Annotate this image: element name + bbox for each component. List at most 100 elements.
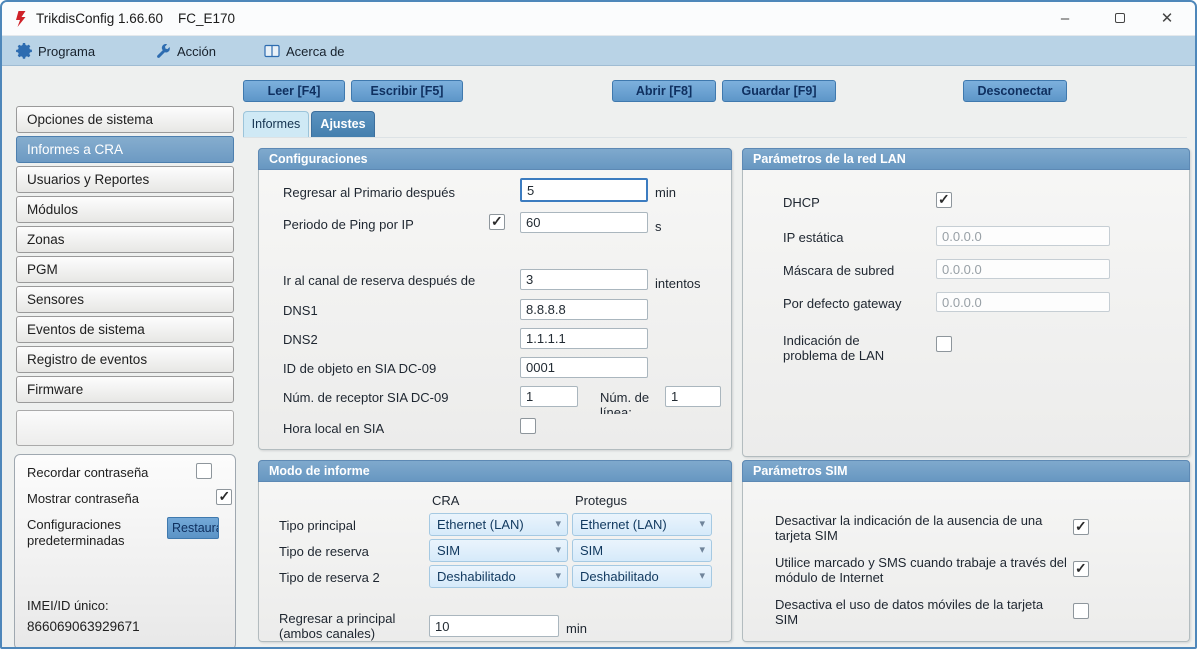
- tipo-reserva2-protegus-select[interactable]: Deshabilitado: [572, 565, 712, 588]
- sidebar-empty-box: [16, 410, 234, 446]
- menu-programa-label: Programa: [38, 43, 96, 59]
- menu-acerca-de[interactable]: Acerca de: [264, 36, 345, 66]
- menu-acerca-de-label: Acerca de: [286, 43, 345, 59]
- maximize-icon: [1115, 13, 1125, 23]
- subnet-mask-label: Máscara de subred: [783, 263, 895, 278]
- ping-period-input[interactable]: [520, 212, 648, 233]
- menu-accion[interactable]: Acción: [156, 36, 216, 66]
- sidebar-item-opciones-de-sistema[interactable]: Opciones de sistema: [16, 106, 234, 133]
- backup-channel-label: Ir al canal de reserva después de: [283, 273, 476, 288]
- tipo-reserva-cra-select[interactable]: SIM: [429, 539, 568, 562]
- ping-period-unit: s: [655, 219, 662, 234]
- device-name: FC_E170: [178, 11, 236, 26]
- group-lan: Parámetros de la red LAN DHCP IP estátic…: [742, 148, 1190, 457]
- gear-icon: [16, 43, 32, 59]
- tipo-reserva2-cra-select[interactable]: Deshabilitado: [429, 565, 568, 588]
- remember-password-label: Recordar contraseña: [27, 465, 149, 480]
- open-button[interactable]: Abrir [F8]: [612, 80, 716, 102]
- show-password-label: Mostrar contraseña: [27, 491, 139, 506]
- group-sim-title: Parámetros SIM: [742, 460, 1190, 482]
- sim-mobile-data-checkbox[interactable]: [1073, 603, 1089, 619]
- trikdis-logo-icon: [16, 11, 26, 27]
- password-panel: Recordar contraseña Mostrar contraseña C…: [14, 454, 236, 647]
- imei-label: IMEI/ID único:: [27, 598, 109, 613]
- group-configuraciones: Configuraciones Regresar al Primario des…: [258, 148, 732, 450]
- ping-period-checkbox[interactable]: [489, 213, 505, 230]
- sidebar-item-pgm[interactable]: PGM: [16, 256, 234, 283]
- group-parametros-sim: Parámetros SIM Desactivar la indicación …: [742, 460, 1190, 642]
- receiver-number-input[interactable]: [520, 386, 578, 407]
- sidebar-item-usuarios-y-reportes[interactable]: Usuarios y Reportes: [16, 166, 234, 193]
- object-id-input[interactable]: [520, 357, 648, 378]
- sidebar-item-zonas[interactable]: Zonas: [16, 226, 234, 253]
- dns1-label: DNS1: [283, 303, 318, 318]
- local-time-checkbox[interactable]: [520, 418, 536, 434]
- sidebar-item-informes-a-cra[interactable]: Informes a CRA: [16, 136, 234, 163]
- dns2-label: DNS2: [283, 332, 318, 347]
- remember-password-checkbox[interactable]: [196, 463, 212, 479]
- return-main-input[interactable]: [429, 615, 559, 637]
- close-button[interactable]: ✕: [1147, 2, 1187, 36]
- return-primary-unit: min: [655, 185, 676, 200]
- group-modo-de-informe: Modo de informe CRA Protegus Tipo princi…: [258, 460, 732, 642]
- wrench-icon: [157, 43, 170, 58]
- lan-trouble-checkbox[interactable]: [936, 336, 952, 352]
- ping-period-label: Periodo de Ping por IP: [283, 217, 414, 232]
- gateway-label: Por defecto gateway: [783, 296, 902, 311]
- line-number-input[interactable]: [665, 386, 721, 407]
- return-main-unit: min: [566, 621, 587, 636]
- sim-dial-sms-checkbox[interactable]: [1073, 560, 1089, 577]
- group-modo-title: Modo de informe: [258, 460, 732, 482]
- tab-divider: [243, 137, 1187, 138]
- group-lan-title: Parámetros de la red LAN: [742, 148, 1190, 170]
- receiver-number-label: Núm. de receptor SIA DC-09: [283, 390, 449, 405]
- write-button[interactable]: Escribir [F5]: [351, 80, 463, 102]
- minimize-button[interactable]: –: [1045, 2, 1085, 36]
- sidebar-item-firmware[interactable]: Firmware: [16, 376, 234, 403]
- backup-channel-input[interactable]: [520, 269, 648, 290]
- gateway-input[interactable]: [936, 292, 1110, 312]
- show-password-checkbox[interactable]: [216, 488, 233, 505]
- static-ip-label: IP estática: [783, 230, 844, 245]
- static-ip-input[interactable]: [936, 226, 1110, 246]
- title-bar: TrikdisConfig 1.66.60 FC_E170 – ✕: [2, 2, 1195, 36]
- object-id-label: ID de objeto en SIA DC-09: [283, 361, 437, 376]
- sim-absence-label: Desactivar la indicación de la ausencia …: [775, 513, 1043, 543]
- window-title: TrikdisConfig 1.66.60: [36, 11, 164, 26]
- group-configuraciones-title: Configuraciones: [258, 148, 732, 170]
- maximize-button[interactable]: [1100, 2, 1140, 36]
- book-icon: [264, 44, 280, 58]
- app-window: TrikdisConfig 1.66.60 FC_E170 – ✕ Progra…: [0, 0, 1197, 649]
- menu-bar: Programa Acción Acerca de: [2, 36, 1195, 66]
- default-config-label: Configuraciones predeterminadas: [27, 517, 125, 548]
- dns2-input[interactable]: [520, 328, 648, 349]
- dns1-input[interactable]: [520, 299, 648, 320]
- imei-value: 866069063929671: [27, 619, 140, 634]
- sim-mobile-data-label: Desactiva el uso de datos móviles de la …: [775, 597, 1044, 627]
- tipo-principal-cra-select[interactable]: Ethernet (LAN): [429, 513, 568, 536]
- line-number-label: Núm. de línea:: [600, 390, 650, 414]
- return-primary-label: Regresar al Primario después: [283, 185, 455, 200]
- dhcp-checkbox[interactable]: [936, 191, 952, 208]
- tipo-reserva-protegus-select[interactable]: SIM: [572, 539, 712, 562]
- sim-dial-sms-label: Utilice marcado y SMS cuando trabaje a t…: [775, 555, 1067, 585]
- sidebar-item-registro-de-eventos[interactable]: Registro de eventos: [16, 346, 234, 373]
- return-primary-input[interactable]: [520, 178, 648, 202]
- tipo-reserva-label: Tipo de reserva: [279, 544, 369, 559]
- tab-informes[interactable]: Informes: [243, 111, 309, 137]
- restore-defaults-button[interactable]: Restaurar: [167, 517, 219, 539]
- sidebar-item-sensores[interactable]: Sensores: [16, 286, 234, 313]
- menu-programa[interactable]: Programa: [16, 36, 95, 66]
- read-button[interactable]: Leer [F4]: [243, 80, 345, 102]
- disconnect-button[interactable]: Desconectar: [963, 80, 1067, 102]
- tab-ajustes[interactable]: Ajustes: [311, 111, 375, 137]
- dhcp-label: DHCP: [783, 195, 820, 210]
- column-cra: CRA: [432, 493, 460, 508]
- tipo-principal-label: Tipo principal: [279, 518, 356, 533]
- sim-absence-checkbox[interactable]: [1073, 518, 1089, 535]
- sidebar-item-eventos-de-sistema[interactable]: Eventos de sistema: [16, 316, 234, 343]
- sidebar-item-modulos[interactable]: Módulos: [16, 196, 234, 223]
- subnet-mask-input[interactable]: [936, 259, 1110, 279]
- tipo-principal-protegus-select[interactable]: Ethernet (LAN): [572, 513, 712, 536]
- save-button[interactable]: Guardar [F9]: [722, 80, 836, 102]
